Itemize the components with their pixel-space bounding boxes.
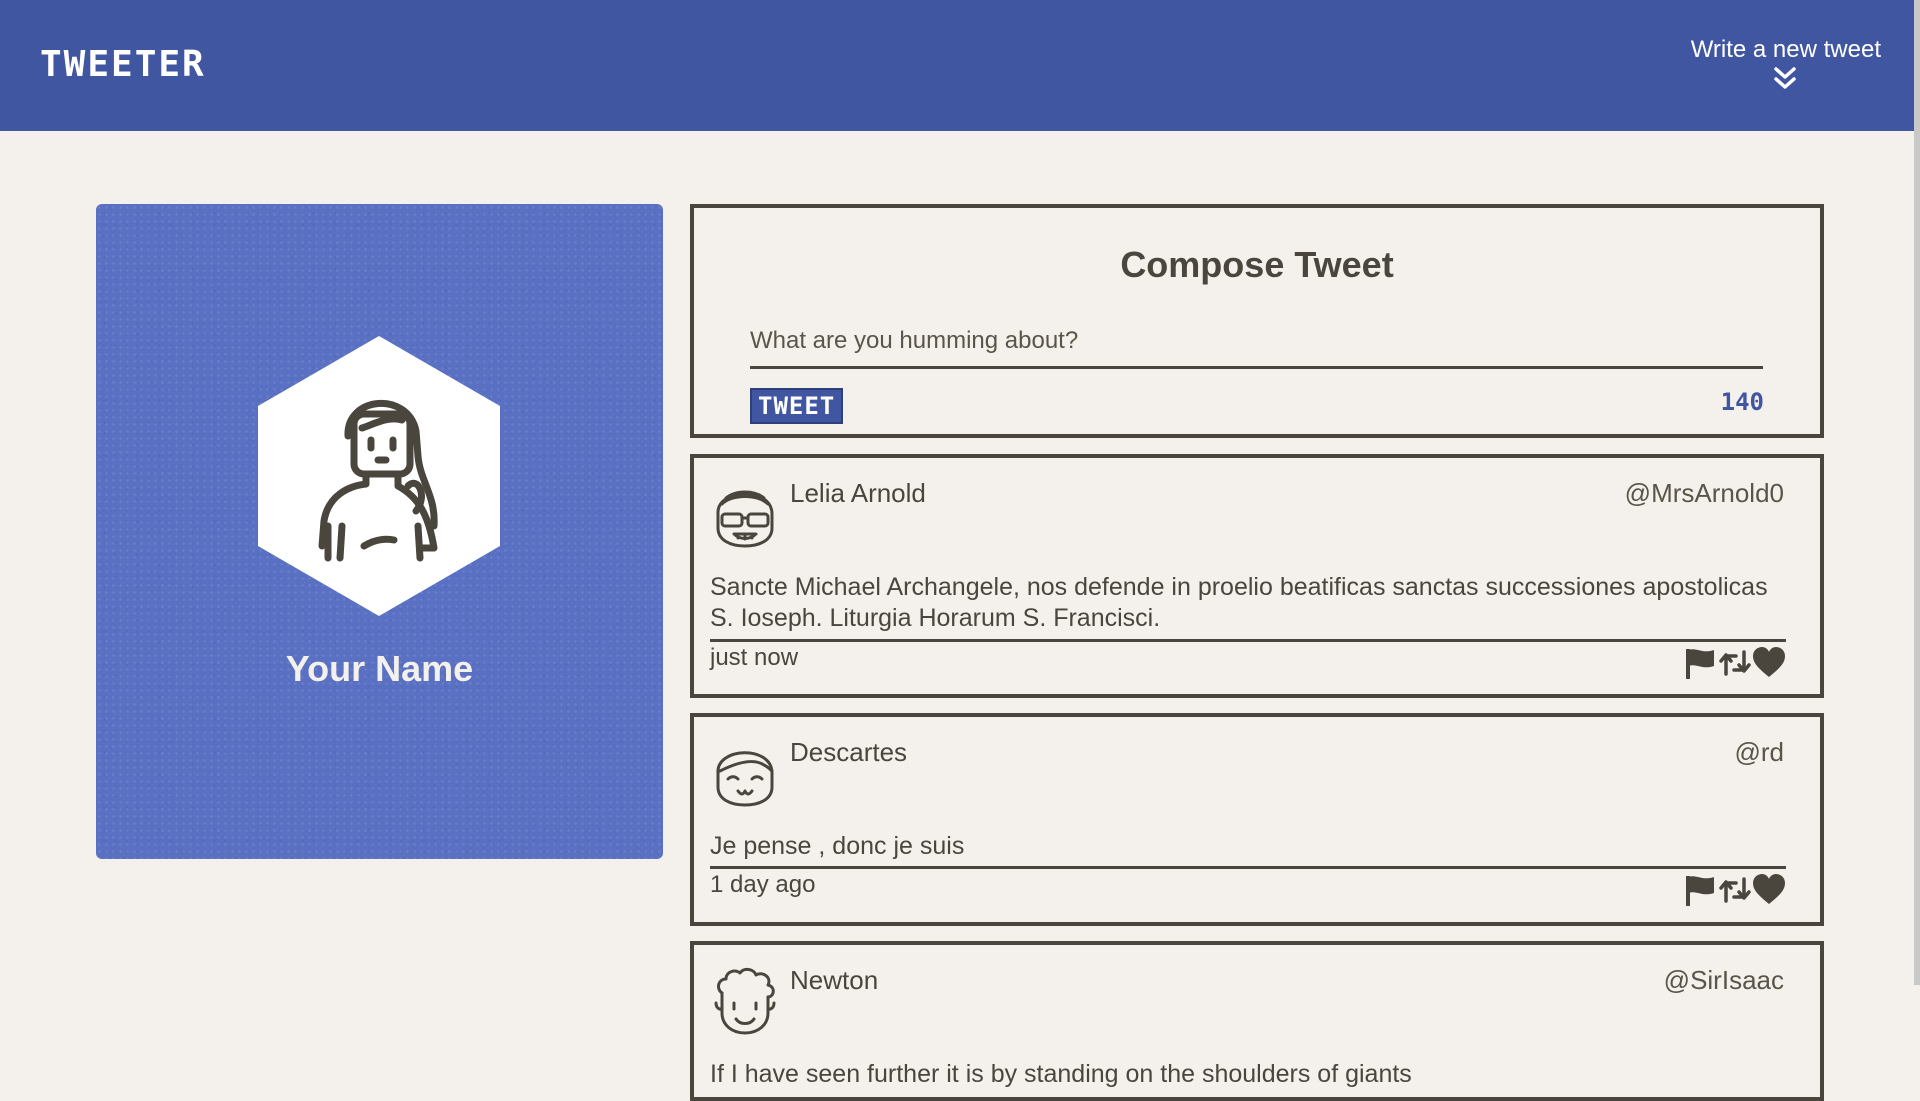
tweet-card: Descartes @rd Je pense , donc je suis 1 … [690, 713, 1824, 926]
write-new-tweet-toggle[interactable]: Write a new tweet [1681, 36, 1881, 92]
tweet-content: Sancte Michael Archangele, nos defende i… [710, 573, 1768, 632]
top-navbar: TWEETER Write a new tweet [0, 0, 1920, 131]
brand-logo[interactable]: TWEETER [40, 44, 206, 85]
flag-icon[interactable] [1684, 646, 1718, 680]
retweet-icon[interactable] [1718, 646, 1752, 680]
retweet-icon[interactable] [1718, 873, 1752, 907]
tweet-author-name: Lelia Arnold [790, 478, 926, 508]
profile-card: Your Name [96, 204, 663, 859]
tweet-footer: just now [710, 639, 1786, 682]
tweet-timestamp: 1 day ago [710, 871, 816, 898]
tweet-text-input[interactable] [750, 316, 1763, 369]
profile-name: Your Name [285, 648, 474, 689]
character-counter: 140 [1720, 388, 1764, 416]
tweet-card: Newton @SirIsaac If I have seen further … [690, 941, 1824, 1101]
flag-icon[interactable] [1684, 873, 1718, 907]
double-chevron-down-icon[interactable] [1681, 66, 1881, 92]
curly-hair-avatar-icon [714, 967, 776, 1035]
tweet-actions [1684, 873, 1786, 907]
write-new-tweet-label[interactable]: Write a new tweet [1681, 36, 1881, 64]
tweet-footer: 1 day ago [710, 866, 1786, 909]
tweet-author-handle: @MrsArnold0 [1624, 478, 1784, 508]
glasses-girl-avatar-icon [716, 490, 774, 548]
tweet-author-name: Descartes [790, 737, 908, 767]
heart-icon[interactable] [1752, 873, 1786, 907]
tweet-content: Je pense , donc je suis [710, 832, 965, 860]
tweet-author-handle: @SirIsaac [1663, 965, 1784, 995]
heart-icon[interactable] [1752, 646, 1786, 680]
tweet-actions [1684, 646, 1786, 680]
tweet-timestamp: just now [710, 644, 799, 671]
tweet-content: If I have seen further it is by standing… [710, 1060, 1412, 1088]
smiling-girl-avatar-icon [716, 751, 774, 807]
tweet-submit-button[interactable]: TWEET [750, 388, 844, 424]
compose-tweet-form: Compose Tweet TWEET 140 [690, 204, 1824, 438]
tweet-card: Lelia Arnold @MrsArnold0 Sancte Michael … [690, 454, 1824, 698]
profile-avatar-hexagon [258, 336, 500, 616]
compose-title: Compose Tweet [1120, 244, 1394, 285]
tweet-author-handle: @rd [1734, 737, 1784, 767]
tweet-author-name: Newton [790, 965, 879, 995]
page-scrollbar[interactable] [1914, 0, 1920, 985]
